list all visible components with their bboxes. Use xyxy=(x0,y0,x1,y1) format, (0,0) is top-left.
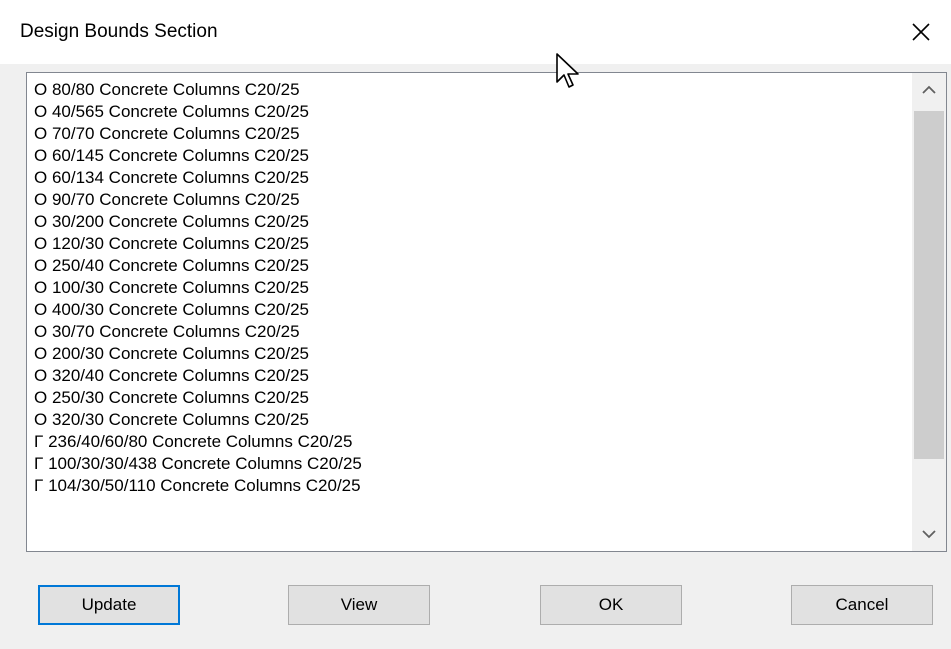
cancel-button[interactable]: Cancel xyxy=(791,585,933,625)
list-item[interactable]: O 80/80 Concrete Columns C20/25 xyxy=(27,79,907,101)
section-listbox[interactable]: O 80/80 Concrete Columns C20/25 O 40/565 … xyxy=(26,72,947,552)
list-item[interactable]: Γ 104/30/50/110 Concrete Columns C20/25 xyxy=(27,475,907,497)
list-item[interactable]: O 120/30 Concrete Columns C20/25 xyxy=(27,233,907,255)
list-item[interactable]: Γ 236/40/60/80 Concrete Columns C20/25 xyxy=(27,431,907,453)
list-item[interactable]: O 90/70 Concrete Columns C20/25 xyxy=(27,189,907,211)
list-item[interactable]: O 70/70 Concrete Columns C20/25 xyxy=(27,123,907,145)
update-button[interactable]: Update xyxy=(38,585,180,625)
chevron-down-icon xyxy=(922,530,936,539)
list-item[interactable]: O 60/145 Concrete Columns C20/25 xyxy=(27,145,907,167)
list-item[interactable]: O 200/30 Concrete Columns C20/25 xyxy=(27,343,907,365)
list-item[interactable]: O 40/565 Concrete Columns C20/25 xyxy=(27,101,907,123)
list-item[interactable]: O 60/134 Concrete Columns C20/25 xyxy=(27,167,907,189)
title-bar: Design Bounds Section xyxy=(0,0,951,64)
mouse-pointer-icon xyxy=(556,53,579,88)
vertical-scrollbar[interactable] xyxy=(912,73,946,551)
list-item[interactable]: O 30/70 Concrete Columns C20/25 xyxy=(27,321,907,343)
list-item[interactable]: O 250/40 Concrete Columns C20/25 xyxy=(27,255,907,277)
list-item[interactable]: O 320/40 Concrete Columns C20/25 xyxy=(27,365,907,387)
list-item[interactable]: O 250/30 Concrete Columns C20/25 xyxy=(27,387,907,409)
list-item[interactable]: O 400/30 Concrete Columns C20/25 xyxy=(27,299,907,321)
close-icon xyxy=(912,23,930,41)
list-item[interactable]: O 30/200 Concrete Columns C20/25 xyxy=(27,211,907,233)
list-item[interactable]: O 100/30 Concrete Columns C20/25 xyxy=(27,277,907,299)
ok-button[interactable]: OK xyxy=(540,585,682,625)
list-item[interactable]: O 320/30 Concrete Columns C20/25 xyxy=(27,409,907,431)
dialog-title: Design Bounds Section xyxy=(20,21,218,42)
design-bounds-dialog: Design Bounds Section O 80/80 Concrete C… xyxy=(0,0,951,649)
chevron-up-icon xyxy=(922,85,936,94)
close-button[interactable] xyxy=(891,8,951,56)
scroll-thumb[interactable] xyxy=(914,111,944,459)
scroll-down-button[interactable] xyxy=(912,517,946,551)
list-item[interactable]: Γ 100/30/30/438 Concrete Columns C20/25 xyxy=(27,453,907,475)
scroll-up-button[interactable] xyxy=(912,73,946,107)
section-list: O 80/80 Concrete Columns C20/25 O 40/565 … xyxy=(27,79,907,497)
view-button[interactable]: View xyxy=(288,585,430,625)
